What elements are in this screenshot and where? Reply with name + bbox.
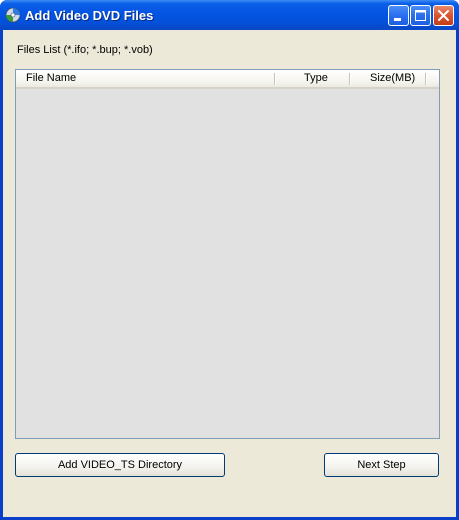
column-separator[interactable]: [274, 73, 276, 85]
next-step-button[interactable]: Next Step: [324, 453, 439, 477]
maximize-icon: [415, 10, 426, 21]
files-list-view[interactable]: File Name Type Size(MB): [15, 69, 440, 439]
column-separator[interactable]: [425, 73, 427, 85]
close-icon: [438, 10, 449, 21]
minimize-button[interactable]: [388, 5, 409, 26]
list-header: File Name Type Size(MB): [16, 70, 439, 89]
maximize-button[interactable]: [410, 5, 431, 26]
window-title: Add Video DVD Files: [25, 8, 154, 23]
column-header-type[interactable]: Type: [304, 70, 328, 87]
dialog-client-area: Files List (*.ifo; *.bup; *.vob) File Na…: [3, 30, 456, 517]
minimize-icon: [394, 18, 401, 21]
column-header-size[interactable]: Size(MB): [370, 70, 415, 87]
dialog-window: Add Video DVD Files Files List (*.ifo; *…: [0, 0, 459, 520]
column-separator[interactable]: [349, 73, 351, 85]
files-list-label: Files List (*.ifo; *.bup; *.vob): [17, 44, 153, 56]
close-button[interactable]: [433, 5, 454, 26]
dvd-disc-icon: [5, 7, 21, 23]
column-header-file-name[interactable]: File Name: [26, 70, 76, 87]
title-bar[interactable]: Add Video DVD Files: [0, 0, 459, 30]
add-video-ts-directory-button[interactable]: Add VIDEO_TS Directory: [15, 453, 225, 477]
